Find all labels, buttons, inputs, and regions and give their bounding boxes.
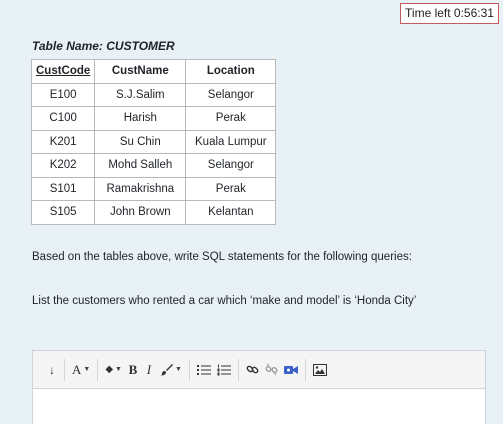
cell-custname: Ramakrishna [94, 176, 187, 201]
paragraph-style-icon: ◆ [105, 364, 114, 375]
cell-location: Perak [185, 176, 277, 201]
unordered-list-button[interactable] [194, 360, 214, 380]
cell-custcode: E100 [30, 82, 96, 107]
insert-image-button[interactable] [310, 360, 330, 380]
cell-location: Perak [185, 106, 277, 131]
cell-location: Kelantan [185, 200, 277, 225]
table-row: S105 John Brown Kelantan [30, 200, 277, 225]
toolbar-group-media [306, 359, 334, 381]
cell-location: Kuala Lumpur [185, 129, 277, 154]
cell-location: Selangor [185, 82, 277, 107]
brush-icon [159, 364, 173, 376]
table-row: K202 Mohd Salleh Selangor [30, 153, 277, 178]
toolbar-group-expand: ↓ [40, 358, 65, 381]
expand-toolbar-button[interactable]: ↓ [44, 360, 60, 380]
recordrtc-icon [283, 366, 298, 374]
table-row: K201 Su Chin Kuala Lumpur [30, 129, 277, 154]
chevron-down-icon: ▼ [83, 366, 91, 373]
font-icon: A [72, 361, 82, 377]
expand-arrow-icon: ↓ [49, 362, 55, 377]
cell-custname: John Brown [94, 200, 187, 225]
column-header-custcode: CustCode [30, 59, 96, 84]
table-row: S101 Ramakrishna Perak [30, 176, 277, 201]
link-button[interactable] [243, 360, 262, 380]
unlink-icon [265, 363, 278, 376]
cell-custname: S.J.Salim [94, 82, 187, 107]
editor-toolbar: ↓ A ▼ ◆ ▼ B I ▼ [33, 351, 485, 389]
image-icon [312, 363, 327, 376]
cell-custcode: S101 [30, 176, 96, 201]
font-style-dropdown[interactable]: A ▼ [69, 360, 93, 380]
question-instructions: Based on the tables above, write SQL sta… [32, 251, 412, 263]
answer-editor: ↓ A ▼ ◆ ▼ B I ▼ [32, 350, 486, 424]
recordrtc-button[interactable] [281, 360, 301, 380]
cell-custcode: K201 [30, 129, 96, 154]
toolbar-group-links [239, 358, 306, 381]
column-header-location: Location [185, 59, 277, 84]
table-title: Table Name: CUSTOMER [32, 39, 175, 53]
cell-custcode: C100 [30, 106, 96, 131]
chevron-down-icon: ▼ [115, 366, 122, 373]
toolbar-group-format: ◆ ▼ B I ▼ [98, 358, 190, 381]
numbered-list-icon [217, 364, 231, 375]
clear-formatting-dropdown[interactable]: ▼ [157, 360, 185, 380]
unlink-button[interactable] [262, 360, 281, 380]
table-row: C100 Harish Perak [30, 106, 277, 131]
table-header-row: CustCode CustName Location [30, 59, 277, 84]
link-icon [246, 365, 259, 374]
cell-location: Selangor [185, 153, 277, 178]
bulleted-list-icon [196, 364, 211, 375]
time-left-indicator: Time left 0:56:31 [400, 3, 499, 24]
chevron-down-icon: ▼ [174, 366, 182, 373]
query-prompt: List the customers who rented a car whic… [32, 295, 417, 307]
toolbar-group-lists [190, 358, 239, 381]
toolbar-group-font: A ▼ [65, 358, 99, 381]
column-header-custname: CustName [94, 59, 187, 84]
answer-text-area[interactable] [33, 389, 485, 424]
cell-custname: Mohd Salleh [94, 153, 187, 178]
paragraph-styles-dropdown[interactable]: ◆ ▼ [102, 360, 125, 380]
bold-button[interactable]: B [125, 360, 141, 380]
cell-custcode: S105 [30, 200, 96, 225]
cell-custname: Su Chin [94, 129, 187, 154]
italic-button[interactable]: I [141, 360, 157, 380]
table-row: E100 S.J.Salim Selangor [30, 82, 277, 107]
cell-custcode: K202 [30, 153, 96, 178]
customer-table: CustCode CustName Location E100 S.J.Sali… [30, 59, 277, 225]
ordered-list-button[interactable] [214, 360, 234, 380]
cell-custname: Harish [94, 106, 187, 131]
